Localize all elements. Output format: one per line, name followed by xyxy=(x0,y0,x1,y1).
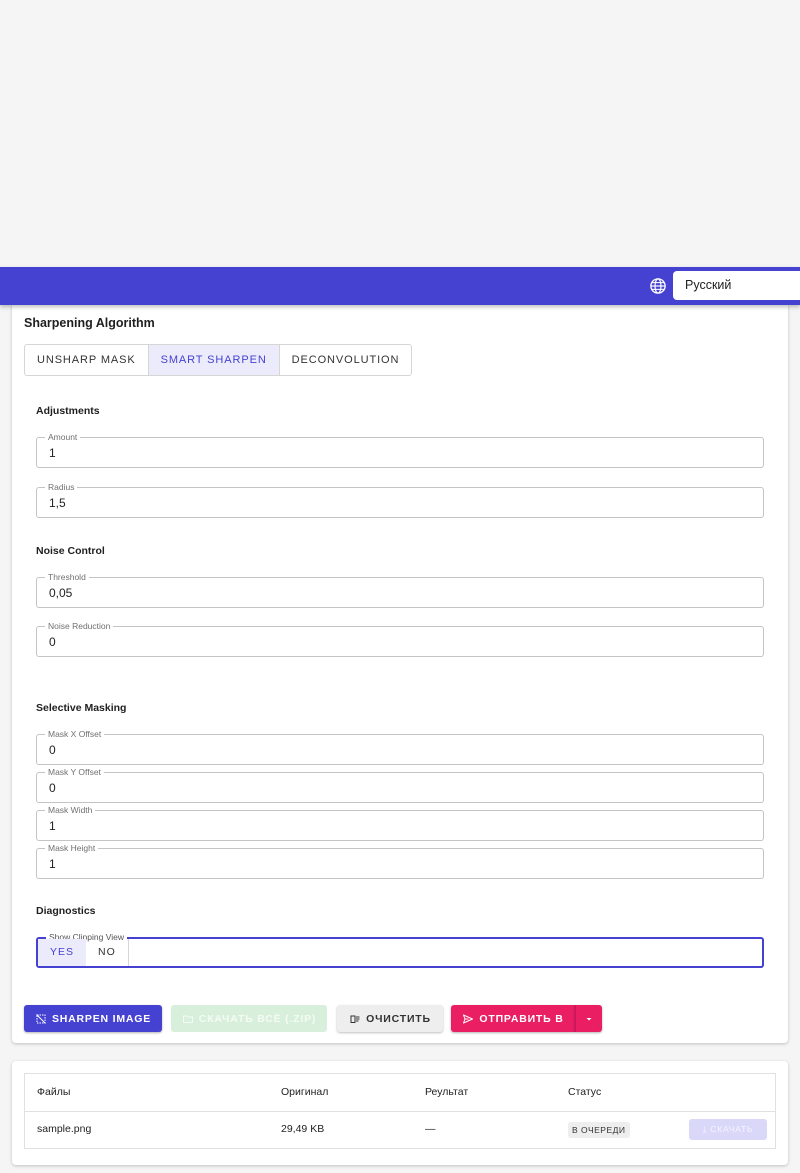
algorithm-title: Sharpening Algorithm xyxy=(24,316,155,330)
mask-x-value[interactable]: 0 xyxy=(49,735,56,765)
download-all-label: СКАЧАТЬ ВСЁ (.ZIP) xyxy=(198,1012,317,1025)
toggle-smart-sharpen[interactable]: SMART SHARPEN xyxy=(148,345,280,375)
radius-value[interactable]: 1,5 xyxy=(49,488,66,518)
clipping-yes-button[interactable]: YES xyxy=(38,939,87,966)
algorithm-toggle-group: UNSHARP MASK SMART SHARPEN DECONVOLUTION xyxy=(24,344,413,376)
amount-field[interactable]: Amount 1 xyxy=(36,431,764,468)
radius-field[interactable]: Radius 1,5 xyxy=(36,481,764,518)
noise-control-title: Noise Control xyxy=(36,545,105,557)
table-header: Файлы Оригинал Реультат Статус xyxy=(25,1074,775,1112)
send-to-dropdown-button[interactable] xyxy=(575,1005,602,1032)
sharpen-image-label: SHARPEN IMAGE xyxy=(51,1012,152,1025)
file-result-size: — xyxy=(425,1123,436,1135)
threshold-value[interactable]: 0,05 xyxy=(49,578,72,608)
status-badge: В ОЧЕРЕДИ xyxy=(568,1122,630,1138)
toggle-deconvolution[interactable]: DECONVOLUTION xyxy=(280,345,412,375)
mask-x-field[interactable]: Mask X Offset 0 xyxy=(36,728,764,765)
send-to-label: ОТПРАВИТЬ В xyxy=(479,1012,564,1025)
download-file-label: СКАЧАТЬ xyxy=(710,1124,754,1134)
mask-y-value[interactable]: 0 xyxy=(49,773,56,803)
globe-icon[interactable] xyxy=(649,277,667,295)
mask-width-value[interactable]: 1 xyxy=(49,811,56,841)
clear-label: ОЧИСТИТЬ xyxy=(366,1012,431,1025)
download-all-button[interactable]: СКАЧАТЬ ВСЁ (.ZIP) xyxy=(171,1005,327,1032)
col-status: Статус xyxy=(568,1086,602,1098)
table-row: sample.png 29,49 KB — В ОЧЕРЕДИ ⤓ СКАЧАТ… xyxy=(25,1111,775,1149)
clipping-view-field[interactable]: Show Clipping View YES NO xyxy=(36,931,764,968)
mask-y-field[interactable]: Mask Y Offset 0 xyxy=(36,766,764,803)
settings-panel: Sharpening Algorithm UNSHARP MASK SMART … xyxy=(12,305,788,1043)
app-bar: Русский xyxy=(0,267,800,305)
file-name: sample.png xyxy=(37,1123,92,1135)
mask-height-field[interactable]: Mask Height 1 xyxy=(36,842,764,879)
col-original: Оригинал xyxy=(281,1086,329,1098)
sharpen-image-button[interactable]: SHARPEN IMAGE xyxy=(24,1005,162,1032)
threshold-field[interactable]: Threshold 0,05 xyxy=(36,571,764,608)
col-files: Файлы xyxy=(37,1086,71,1098)
folder-icon xyxy=(182,1015,193,1023)
noise-reduction-value[interactable]: 0 xyxy=(49,627,56,657)
download-icon: ⤓ xyxy=(702,1124,708,1134)
clipping-no-button[interactable]: NO xyxy=(86,939,128,966)
mask-height-value[interactable]: 1 xyxy=(49,849,56,879)
toggle-unsharp-mask[interactable]: UNSHARP MASK xyxy=(25,345,149,375)
sharpen-icon xyxy=(36,1013,46,1024)
language-select[interactable]: Русский xyxy=(673,271,800,300)
diagnostics-title: Diagnostics xyxy=(36,905,96,917)
selective-masking-title: Selective Masking xyxy=(36,702,127,714)
clear-button[interactable]: ОЧИСТИТЬ xyxy=(337,1005,443,1032)
noise-reduction-field[interactable]: Noise Reduction 0 xyxy=(36,620,764,657)
files-table: Файлы Оригинал Реультат Статус sample.pn… xyxy=(24,1073,776,1149)
clipping-toggle-group: YES NO xyxy=(38,939,129,966)
mask-width-field[interactable]: Mask Width 1 xyxy=(36,804,764,841)
send-to-button[interactable]: ОТПРАВИТЬ В xyxy=(451,1005,575,1032)
col-result: Реультат xyxy=(425,1086,469,1098)
file-original-size: 29,49 KB xyxy=(281,1123,325,1135)
files-panel: Файлы Оригинал Реультат Статус sample.pn… xyxy=(12,1061,788,1165)
download-file-button[interactable]: ⤓ СКАЧАТЬ xyxy=(689,1119,767,1140)
send-icon xyxy=(463,1014,474,1023)
caret-down-icon xyxy=(586,1017,592,1020)
adjustments-title: Adjustments xyxy=(36,405,100,417)
clear-list-icon xyxy=(350,1015,360,1023)
amount-value[interactable]: 1 xyxy=(49,438,56,468)
